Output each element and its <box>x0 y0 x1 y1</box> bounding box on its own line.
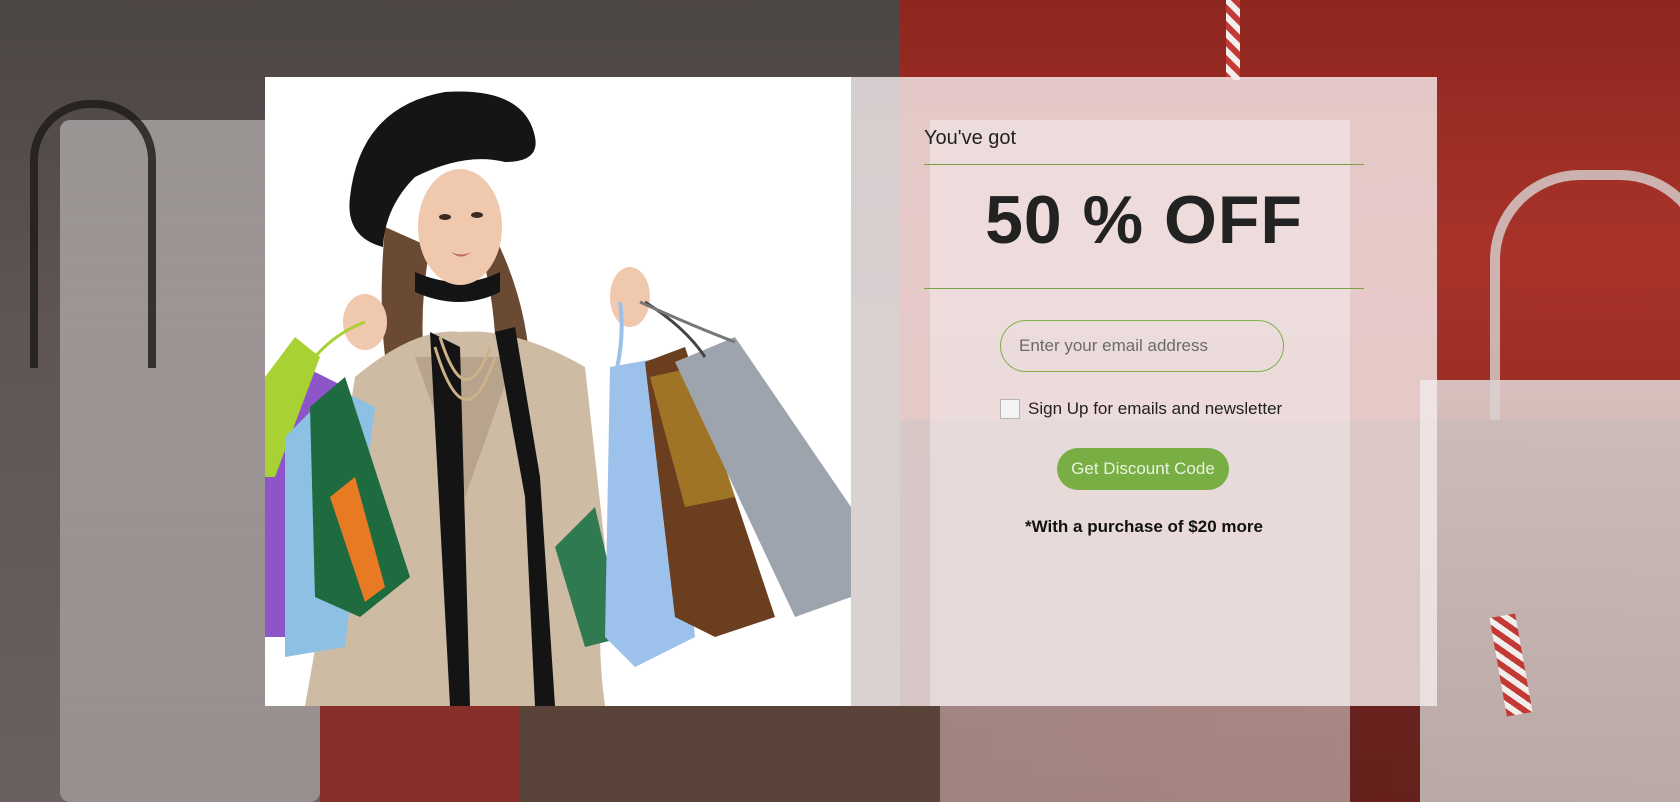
popup-form-panel: You've got 50 % OFF Sign Up for emails a… <box>851 77 1437 706</box>
background-red-bag <box>320 706 520 802</box>
background-brown-bag <box>520 706 940 802</box>
intro-text: You've got <box>924 127 1017 149</box>
get-discount-code-button[interactable]: Get Discount Code <box>1057 448 1229 490</box>
popup-image-panel <box>265 77 851 706</box>
newsletter-label: Sign Up for emails and newsletter <box>1028 399 1283 418</box>
newsletter-checkbox[interactable] <box>1000 399 1020 419</box>
background-rope <box>1226 0 1240 80</box>
background-bag-handle <box>30 100 156 368</box>
woman-with-shopping-bags-photo <box>265 77 851 706</box>
background-white-bag <box>1420 380 1680 802</box>
email-input[interactable] <box>1000 320 1284 372</box>
bottom-divider <box>924 288 1364 289</box>
discount-popup: You've got 50 % OFF Sign Up for emails a… <box>265 77 1437 706</box>
top-divider <box>924 164 1364 165</box>
background-bag-handle <box>1490 170 1680 420</box>
purchase-condition-note: *With a purchase of $20 more <box>1025 517 1263 536</box>
discount-headline: 50 % OFF <box>985 182 1303 258</box>
newsletter-signup[interactable]: Sign Up for emails and newsletter <box>1000 399 1282 419</box>
